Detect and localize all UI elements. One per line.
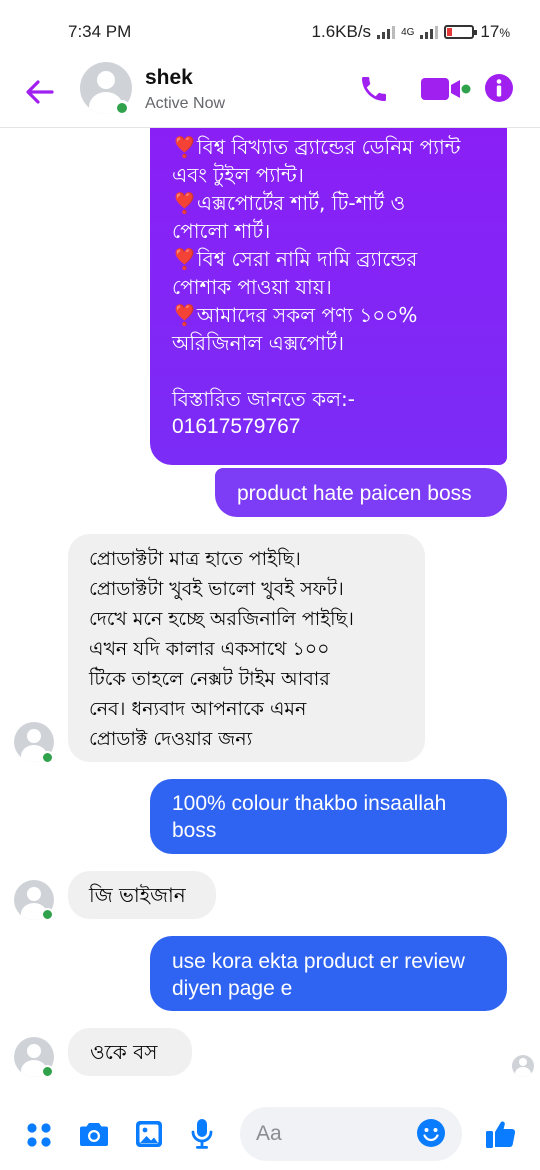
message-text: product hate paicen boss — [237, 482, 472, 505]
contact-name[interactable]: shek — [145, 66, 193, 90]
info-icon[interactable] — [484, 73, 514, 107]
camera-icon[interactable] — [79, 1121, 109, 1151]
message-line: পোশাক পাওয়া যায়। — [172, 275, 332, 299]
microphone-icon[interactable] — [190, 1118, 214, 1154]
message-bubble-incoming[interactable]: জি ভাইজান — [68, 871, 216, 919]
battery-icon — [444, 25, 478, 39]
message-composer — [0, 1098, 540, 1170]
message-line: টিকে তাহলে নেক্সট টাইম আবার — [89, 668, 330, 690]
message-line: দেখে মনে হচ্ছে অরজিনালি পাইছি। — [89, 608, 354, 630]
battery-level: 17% — [480, 22, 510, 41]
message-text: ওকে বস — [90, 1040, 158, 1064]
phone-number: 01617579767 — [172, 415, 301, 438]
emoji-icon[interactable] — [416, 1118, 446, 1152]
conversation-header: shek Active Now — [0, 62, 540, 128]
seen-receipt-avatar — [512, 1055, 534, 1077]
message-line: ❣️বিশ্ব বিখ্যাত ব্র্যান্ডের ডেনিম প্যান্… — [172, 135, 461, 159]
message-line: পোলো শার্ট। — [172, 219, 271, 243]
signal-4g-icon — [420, 25, 439, 39]
message-line — [172, 357, 485, 385]
message-bubble-outgoing[interactable]: product hate paicen boss — [215, 468, 507, 517]
message-line: এখন যদি কালার একসাথে ১০০ — [89, 638, 330, 660]
contact-status: Active Now — [145, 95, 226, 112]
message-line: ❣️এক্সপোর্টের শার্ট, টি-শার্ট ও — [172, 191, 406, 215]
message-line: boss — [172, 819, 217, 842]
message-line: প্রোডাক্ট দেওয়ার জন্য — [89, 728, 253, 750]
message-line: use kora ekta product er review — [172, 950, 465, 973]
message-bubble-outgoing[interactable]: ❣️বিশ্ব বিখ্যাত ব্র্যান্ডের ডেনিম প্যান্… — [150, 128, 507, 465]
online-indicator — [41, 751, 54, 764]
online-indicator — [41, 1065, 54, 1078]
message-line: অরিজিনাল এক্সপোর্ট। — [172, 331, 345, 355]
message-line: নেব। ধন্যবাদ আপনাকে এমন — [89, 698, 307, 720]
message-bubble-incoming[interactable]: ওকে বস — [68, 1028, 192, 1076]
message-bubble-incoming[interactable]: প্রোডাক্টটা মাত্র হাতে পাইছি। প্রোডাক্টট… — [68, 534, 425, 762]
message-line: ❣️আমাদের সকল পণ্য ১০০% — [172, 303, 418, 327]
network-speed: 1.6KB/s — [311, 22, 372, 41]
message-line: প্রোডাক্টটা মাত্র হাতে পাইছি। — [89, 548, 301, 570]
online-indicator — [41, 908, 54, 921]
status-bar: 7:34 PM 1.6KB/s 4G 17% — [0, 0, 540, 62]
gallery-icon[interactable] — [135, 1120, 163, 1152]
online-indicator — [114, 100, 130, 116]
back-arrow-icon[interactable] — [24, 76, 56, 108]
signal-icon — [377, 25, 396, 39]
network-type: 4G — [401, 26, 415, 38]
message-line: 100% colour thakbo insaallah — [172, 792, 447, 815]
like-thumb-icon[interactable] — [485, 1118, 517, 1154]
message-line: ❣️বিশ্ব সেরা নামি দামি ব্র্যান্ডের — [172, 247, 418, 271]
video-camera-icon[interactable] — [421, 76, 471, 106]
status-indicators: 1.6KB/s 4G 17% — [312, 22, 510, 42]
message-bubble-outgoing[interactable]: 100% colour thakbo insaallah boss — [150, 779, 507, 854]
message-line: এবং টুইল প্যান্ট। — [172, 163, 304, 187]
phone-icon[interactable] — [358, 72, 390, 110]
message-text: জি ভাইজান — [89, 883, 186, 907]
status-time: 7:34 PM — [68, 22, 132, 41]
message-line: প্রোডাক্টটা খুবই ভালো খুবই সফট। — [89, 578, 344, 600]
apps-menu-icon[interactable] — [26, 1122, 52, 1152]
message-bubble-outgoing[interactable]: use kora ekta product er review diyen pa… — [150, 936, 507, 1011]
message-line: বিস্তারিত জানতে কল:- — [172, 387, 356, 411]
message-line: diyen page e — [172, 977, 293, 1000]
